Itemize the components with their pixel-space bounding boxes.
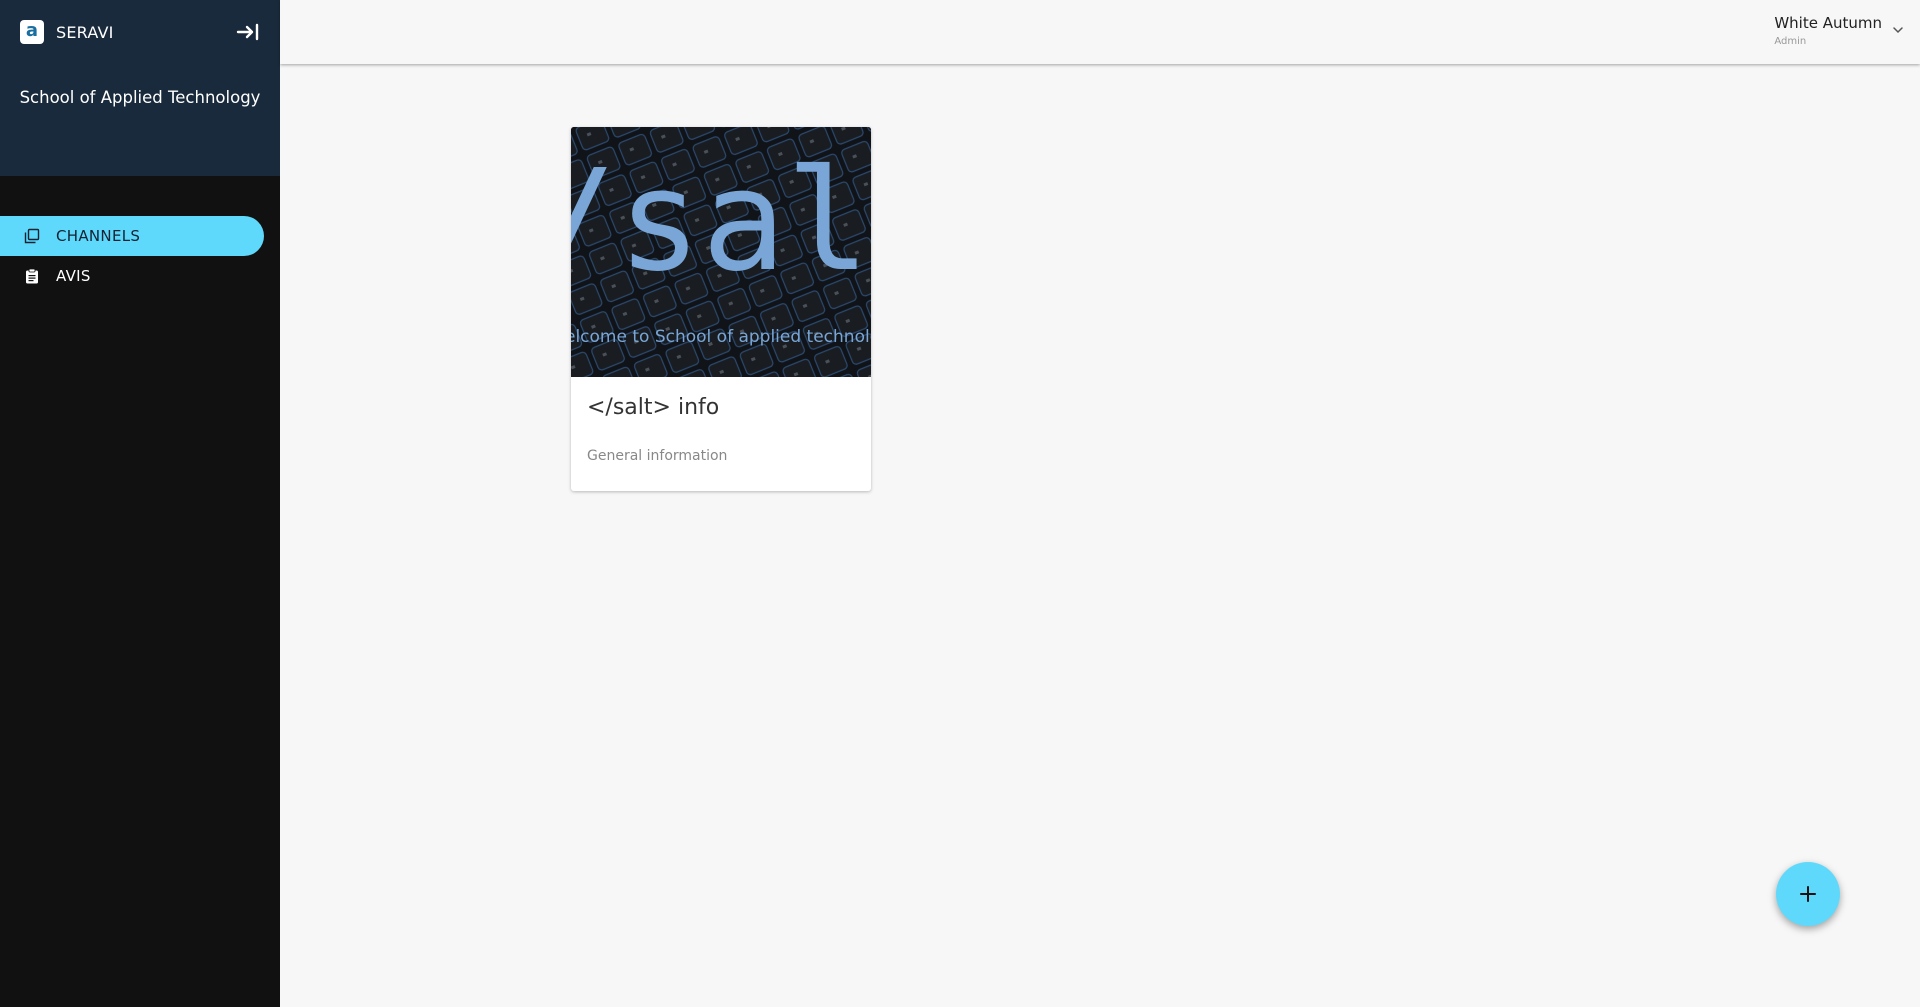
sidebar-item-label: CHANNELS bbox=[56, 227, 141, 245]
brand[interactable]: a SERAVI bbox=[20, 20, 114, 44]
channel-card[interactable]: /salt elcome to School of applied techno… bbox=[571, 127, 871, 491]
sidebar-item-avis[interactable]: AVIS bbox=[0, 256, 264, 296]
channel-cover-image: /salt elcome to School of applied techno… bbox=[571, 127, 871, 377]
chevron-down-icon bbox=[1893, 27, 1903, 34]
user-name: White Autumn bbox=[1774, 14, 1882, 32]
sidebar-header: a SERAVI School of Applied Technology bbox=[0, 0, 280, 176]
user-role: Admin bbox=[1774, 36, 1807, 47]
plus-icon bbox=[1800, 886, 1816, 902]
channel-subtitle: General information bbox=[587, 448, 728, 464]
school-name: School of Applied Technology bbox=[19, 88, 261, 107]
collapse-sidebar-button[interactable] bbox=[234, 18, 262, 46]
cover-welcome-text: elcome to School of applied technolo bbox=[571, 327, 871, 347]
collapse-arrow-icon bbox=[236, 23, 259, 41]
clipboard-icon bbox=[24, 268, 40, 284]
sidebar-item-label: AVIS bbox=[56, 267, 91, 285]
brand-name: SERAVI bbox=[56, 22, 114, 42]
user-info: White Autumn Admin bbox=[1774, 14, 1882, 47]
brand-logo-icon: a bbox=[20, 20, 44, 44]
top-bar: White Autumn Admin bbox=[280, 0, 1920, 64]
card-body: </salt> info General information bbox=[571, 377, 871, 482]
sidebar-nav: CHANNELS AVIS bbox=[0, 216, 280, 296]
sidebar: a SERAVI School of Applied Technology CH… bbox=[0, 0, 280, 1007]
add-channel-button[interactable] bbox=[1776, 862, 1840, 926]
cover-title-value: /salt bbox=[571, 140, 871, 303]
user-menu[interactable]: White Autumn Admin bbox=[1774, 14, 1904, 47]
sidebar-item-channels[interactable]: CHANNELS bbox=[0, 216, 264, 256]
channel-title: </salt> info bbox=[587, 395, 720, 420]
library-books-icon bbox=[24, 228, 40, 244]
cover-title-text: /salt bbox=[571, 127, 871, 317]
